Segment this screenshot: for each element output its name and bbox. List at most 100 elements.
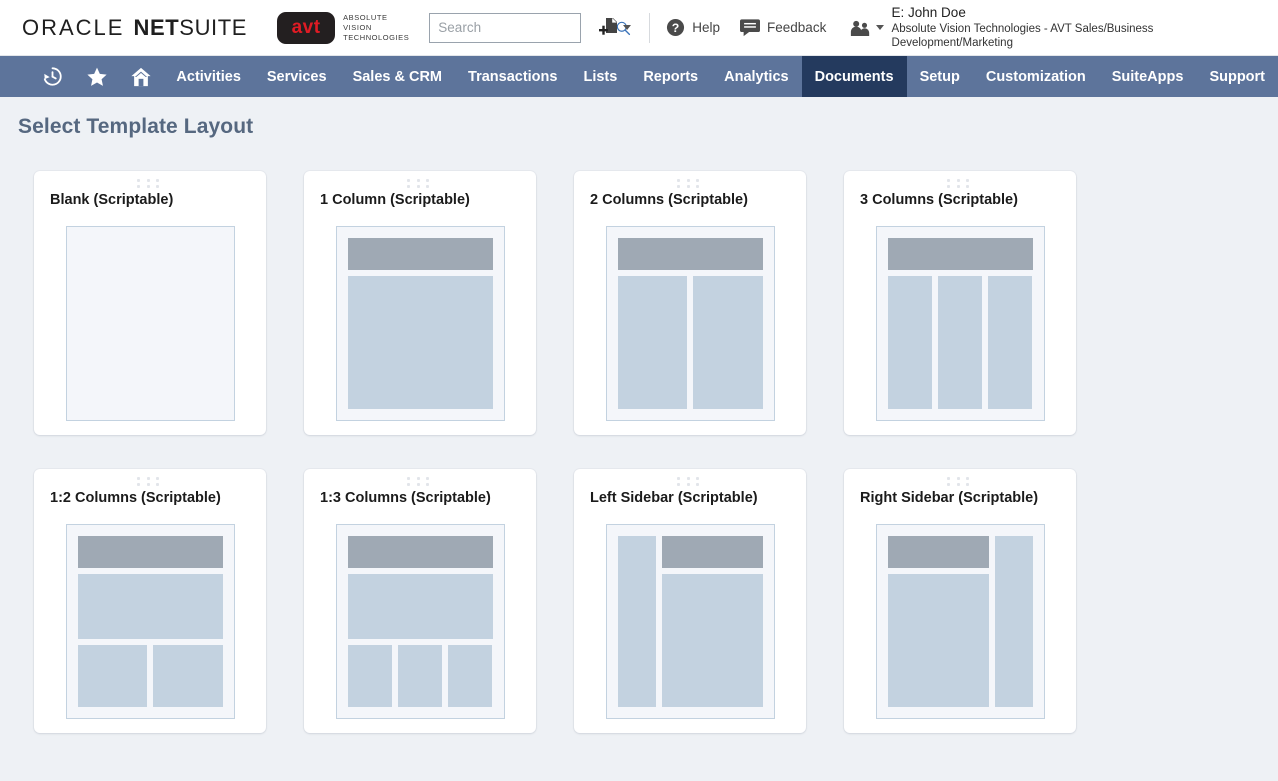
- template-card-one-two-columns[interactable]: 1:2 Columns (Scriptable): [34, 469, 266, 733]
- company-name-line2: Vision: [343, 23, 409, 33]
- company-name-line1: Absolute: [343, 13, 409, 23]
- company-logo: avt Absolute Vision Technologies: [277, 12, 409, 44]
- template-card-one-column[interactable]: 1 Column (Scriptable): [304, 171, 536, 435]
- template-preview: [66, 226, 235, 421]
- nav-item-reports[interactable]: Reports: [630, 56, 711, 97]
- preview-column-row: [618, 276, 763, 409]
- home-icon[interactable]: [119, 56, 163, 97]
- template-card-left-sidebar[interactable]: Left Sidebar (Scriptable): [574, 469, 806, 733]
- user-info: E: John Doe Absolute Vision Technologies…: [892, 5, 1264, 51]
- avt-badge: avt: [277, 12, 335, 44]
- template-card-right-sidebar[interactable]: Right Sidebar (Scriptable): [844, 469, 1076, 733]
- drag-handle-icon: [137, 477, 163, 486]
- drag-handle-icon: [677, 477, 703, 486]
- chevron-down-icon: [623, 25, 631, 30]
- users-icon: [850, 19, 871, 37]
- global-search[interactable]: [429, 13, 581, 43]
- nav-item-lists[interactable]: Lists: [570, 56, 630, 97]
- preview-column: [693, 276, 763, 409]
- global-header: ORACLE NETSUITE avt Absolute Vision Tech…: [0, 0, 1278, 56]
- main-navigation: ActivitiesServicesSales & CRMTransaction…: [0, 56, 1278, 97]
- template-card-title: Blank (Scriptable): [50, 192, 250, 208]
- nav-item-sales-crm[interactable]: Sales & CRM: [340, 56, 455, 97]
- chevron-down-icon: [876, 25, 884, 30]
- feedback-link[interactable]: Feedback: [740, 18, 826, 37]
- nav-item-suiteapps[interactable]: SuiteApps: [1099, 56, 1197, 97]
- user-name: E: John Doe: [892, 5, 1264, 22]
- preview-column-row: [348, 645, 493, 707]
- preview-column-row: [78, 645, 223, 707]
- drag-handle-icon: [407, 477, 433, 486]
- header-divider: [649, 13, 650, 43]
- template-card-blank[interactable]: Blank (Scriptable): [34, 171, 266, 435]
- preview-main-area: [888, 536, 989, 707]
- help-link[interactable]: ? Help: [666, 18, 720, 37]
- preview-header-block: [618, 238, 763, 270]
- preview-sidebar-row: [888, 536, 1033, 707]
- template-preview: [876, 226, 1045, 421]
- template-card-title: 2 Columns (Scriptable): [590, 192, 790, 208]
- template-card-title: 1:3 Columns (Scriptable): [320, 490, 520, 506]
- preview-body-block: [662, 574, 763, 707]
- company-name-text: Absolute Vision Technologies: [343, 13, 409, 43]
- preview-column: [988, 276, 1032, 409]
- preview-body-block: [348, 574, 493, 639]
- preview-column: [398, 645, 442, 707]
- nav-item-support[interactable]: Support: [1196, 56, 1278, 97]
- shortcuts-star-icon[interactable]: [74, 56, 118, 97]
- drag-handle-icon: [947, 179, 973, 188]
- drag-handle-icon: [677, 179, 703, 188]
- preview-header-block: [662, 536, 763, 568]
- preview-column: [448, 645, 492, 707]
- nav-item-customization[interactable]: Customization: [973, 56, 1099, 97]
- nav-item-transactions[interactable]: Transactions: [455, 56, 570, 97]
- template-card-title: 1 Column (Scriptable): [320, 192, 520, 208]
- netsuite-wordmark: NETSUITE: [133, 15, 247, 41]
- template-preview: [336, 524, 505, 719]
- template-preview: [606, 524, 775, 719]
- preview-header-block: [348, 238, 493, 270]
- template-card-two-columns[interactable]: 2 Columns (Scriptable): [574, 171, 806, 435]
- page-title: Select Template Layout: [0, 97, 1278, 139]
- drag-handle-icon: [947, 477, 973, 486]
- nav-item-services[interactable]: Services: [254, 56, 340, 97]
- svg-text:?: ?: [672, 21, 680, 35]
- feedback-icon: [740, 18, 760, 37]
- preview-main-area: [662, 536, 763, 707]
- template-card-one-three-columns[interactable]: 1:3 Columns (Scriptable): [304, 469, 536, 733]
- template-preview: [336, 226, 505, 421]
- preview-sidebar-block: [618, 536, 656, 707]
- preview-body-block: [78, 574, 223, 639]
- preview-column: [888, 276, 932, 409]
- search-input[interactable]: [438, 20, 615, 35]
- preview-header-block: [888, 536, 989, 568]
- create-new-icon: [599, 17, 619, 38]
- template-preview: [876, 524, 1045, 719]
- preview-header-block: [888, 238, 1033, 270]
- user-role-switcher[interactable]: E: John Doe Absolute Vision Technologies…: [850, 5, 1264, 51]
- preview-column: [348, 645, 392, 707]
- help-icon: ?: [666, 18, 685, 37]
- template-card-grid: Blank (Scriptable) 1 Column (Scriptable) 2…: [0, 139, 1278, 733]
- preview-body-block: [348, 276, 493, 409]
- oracle-netsuite-logo[interactable]: ORACLE NETSUITE: [22, 15, 247, 41]
- preview-sidebar-row: [618, 536, 763, 707]
- template-card-title: 1:2 Columns (Scriptable): [50, 490, 250, 506]
- drag-handle-icon: [137, 179, 163, 188]
- template-card-three-columns[interactable]: 3 Columns (Scriptable): [844, 171, 1076, 435]
- preview-column: [153, 645, 223, 707]
- nav-item-documents[interactable]: Documents: [802, 56, 907, 97]
- recent-records-icon[interactable]: [30, 56, 74, 97]
- preview-body-block: [888, 574, 989, 707]
- nav-item-setup[interactable]: Setup: [907, 56, 973, 97]
- drag-handle-icon: [407, 179, 433, 188]
- preview-header-block: [348, 536, 493, 568]
- create-new-button[interactable]: [599, 17, 631, 38]
- preview-column: [938, 276, 982, 409]
- nav-item-analytics[interactable]: Analytics: [711, 56, 801, 97]
- preview-sidebar-block: [995, 536, 1033, 707]
- preview-column-row: [888, 276, 1033, 409]
- feedback-label: Feedback: [767, 20, 826, 35]
- template-card-title: 3 Columns (Scriptable): [860, 192, 1060, 208]
- nav-item-activities[interactable]: Activities: [163, 56, 253, 97]
